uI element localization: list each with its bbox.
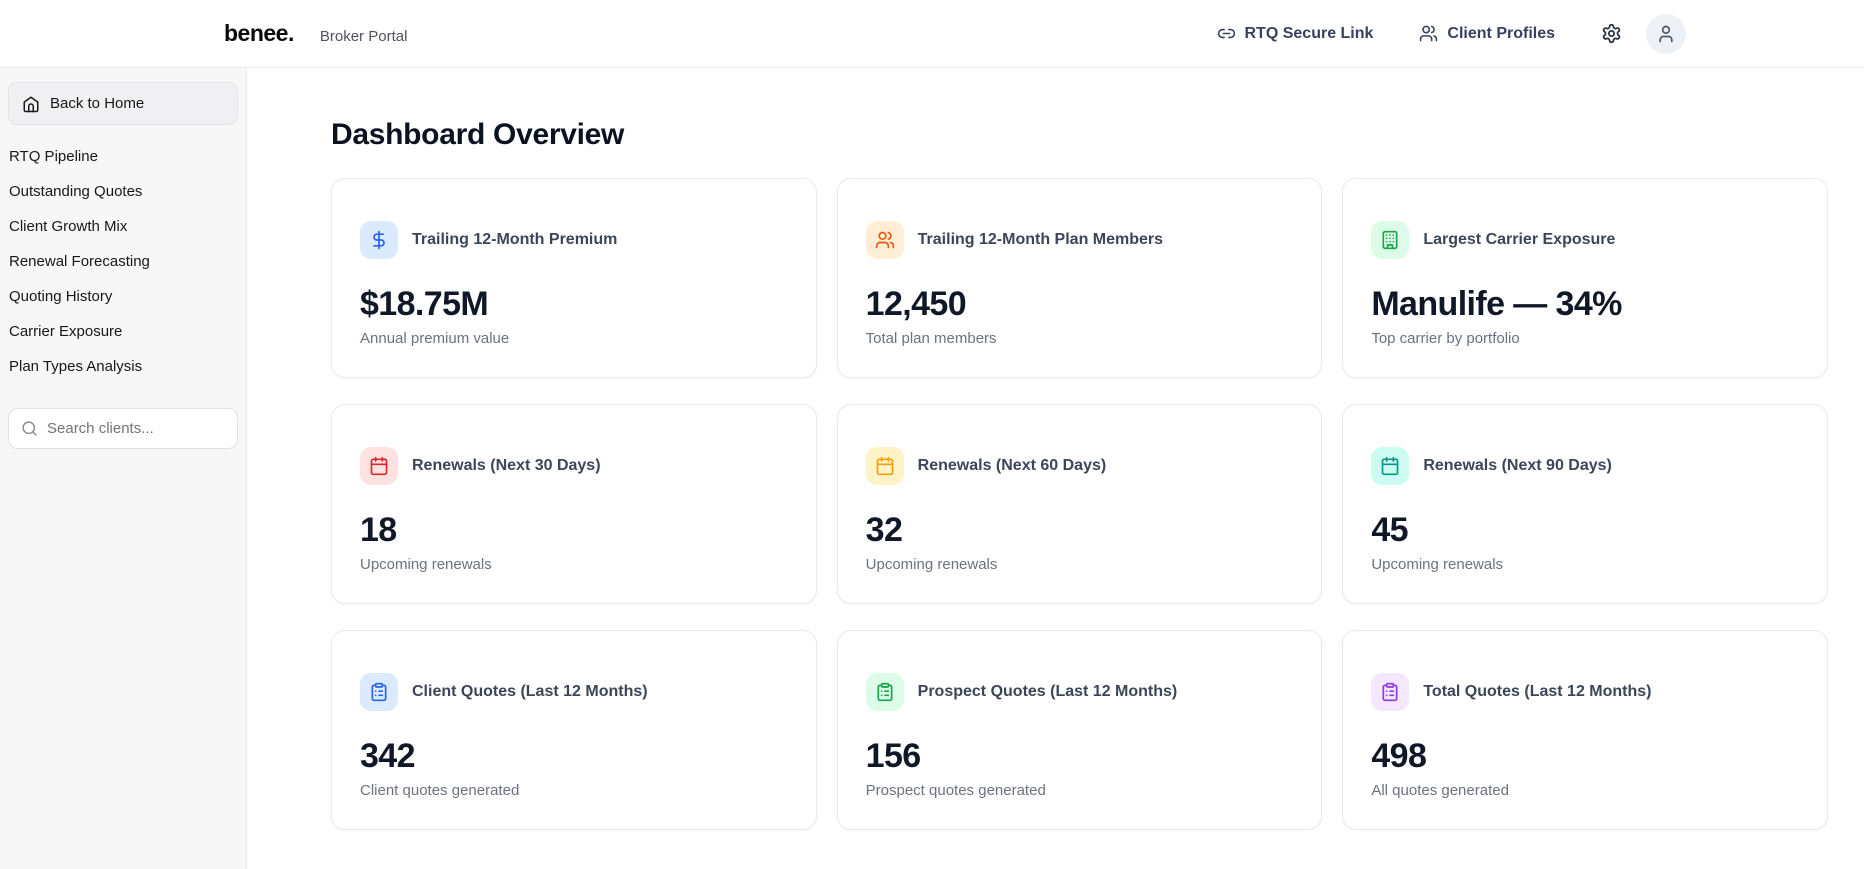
stat-subtitle: Top carrier by portfolio	[1371, 330, 1799, 347]
stats-grid: Trailing 12-Month Premium $18.75M Annual…	[331, 178, 1828, 830]
stat-value: 342	[360, 737, 788, 776]
stat-card-trailing-premium: Trailing 12-Month Premium $18.75M Annual…	[331, 178, 817, 378]
sidebar-item-rtq-pipeline[interactable]: RTQ Pipeline	[8, 139, 238, 174]
stat-value: 32	[866, 511, 1294, 550]
stat-value: 45	[1371, 511, 1799, 550]
calendar-icon	[866, 447, 904, 485]
stat-label: Total Quotes (Last 12 Months)	[1423, 683, 1651, 701]
calendar-icon	[360, 447, 398, 485]
gear-icon	[1601, 23, 1622, 44]
brand-logo: benee.	[224, 20, 294, 47]
stat-card-carrier-exposure: Largest Carrier Exposure Manulife — 34% …	[1342, 178, 1828, 378]
stat-card-renewals-60: Renewals (Next 60 Days) 32 Upcoming rene…	[837, 404, 1323, 604]
stat-label: Renewals (Next 90 Days)	[1423, 457, 1612, 475]
stat-label: Client Quotes (Last 12 Months)	[412, 683, 648, 701]
clipboard-list-icon	[360, 673, 398, 711]
stat-value: 18	[360, 511, 788, 550]
settings-button[interactable]	[1601, 23, 1622, 44]
stat-card-total-quotes: Total Quotes (Last 12 Months) 498 All qu…	[1342, 630, 1828, 830]
stat-card-client-quotes: Client Quotes (Last 12 Months) 342 Clien…	[331, 630, 817, 830]
stat-label: Trailing 12-Month Plan Members	[918, 231, 1163, 249]
sidebar-item-carrier-exposure[interactable]: Carrier Exposure	[8, 314, 238, 349]
stat-value: Manulife — 34%	[1371, 285, 1799, 324]
sidebar-nav: RTQ Pipeline Outstanding Quotes Client G…	[8, 139, 238, 384]
client-search	[8, 408, 238, 449]
user-avatar-button[interactable]	[1646, 14, 1686, 54]
stat-card-renewals-90: Renewals (Next 90 Days) 45 Upcoming rene…	[1342, 404, 1828, 604]
search-icon	[21, 420, 38, 437]
sidebar-item-client-growth-mix[interactable]: Client Growth Mix	[8, 209, 238, 244]
sidebar: Back to Home RTQ Pipeline Outstanding Qu…	[0, 68, 247, 869]
sidebar-item-quoting-history[interactable]: Quoting History	[8, 279, 238, 314]
rtq-secure-link-button[interactable]: RTQ Secure Link	[1217, 24, 1374, 43]
stat-card-plan-members: Trailing 12-Month Plan Members 12,450 To…	[837, 178, 1323, 378]
back-to-home-button[interactable]: Back to Home	[8, 82, 238, 125]
stat-subtitle: Prospect quotes generated	[866, 782, 1294, 799]
sidebar-item-plan-types-analysis[interactable]: Plan Types Analysis	[8, 349, 238, 384]
stat-card-prospect-quotes: Prospect Quotes (Last 12 Months) 156 Pro…	[837, 630, 1323, 830]
client-profiles-button[interactable]: Client Profiles	[1419, 24, 1555, 43]
stat-label: Renewals (Next 60 Days)	[918, 457, 1107, 475]
main-content: Dashboard Overview Trailing 12-Month Pre…	[247, 68, 1864, 869]
stat-subtitle: Upcoming renewals	[1371, 556, 1799, 573]
search-input[interactable]	[47, 420, 225, 437]
stat-subtitle: Upcoming renewals	[360, 556, 788, 573]
clipboard-list-icon	[866, 673, 904, 711]
stat-value: 12,450	[866, 285, 1294, 324]
calendar-icon	[1371, 447, 1409, 485]
link-icon	[1217, 24, 1236, 43]
users-icon	[1419, 24, 1438, 43]
home-icon	[22, 95, 40, 113]
back-to-home-label: Back to Home	[50, 95, 144, 112]
stat-value: 156	[866, 737, 1294, 776]
stat-label: Largest Carrier Exposure	[1423, 231, 1615, 249]
client-profiles-label: Client Profiles	[1447, 25, 1555, 43]
stat-label: Renewals (Next 30 Days)	[412, 457, 601, 475]
stat-value: 498	[1371, 737, 1799, 776]
stat-subtitle: Total plan members	[866, 330, 1294, 347]
stat-value: $18.75M	[360, 285, 788, 324]
stat-subtitle: All quotes generated	[1371, 782, 1799, 799]
stat-label: Prospect Quotes (Last 12 Months)	[918, 683, 1178, 701]
users-icon	[866, 221, 904, 259]
rtq-secure-link-label: RTQ Secure Link	[1245, 25, 1374, 43]
sidebar-item-renewal-forecasting[interactable]: Renewal Forecasting	[8, 244, 238, 279]
top-header: benee. Broker Portal RTQ Secure Link Cli…	[0, 0, 1864, 68]
stat-subtitle: Upcoming renewals	[866, 556, 1294, 573]
stat-subtitle: Annual premium value	[360, 330, 788, 347]
user-icon	[1656, 24, 1676, 44]
dollar-sign-icon	[360, 221, 398, 259]
stat-card-renewals-30: Renewals (Next 30 Days) 18 Upcoming rene…	[331, 404, 817, 604]
stat-subtitle: Client quotes generated	[360, 782, 788, 799]
clipboard-list-icon	[1371, 673, 1409, 711]
sidebar-item-outstanding-quotes[interactable]: Outstanding Quotes	[8, 174, 238, 209]
page-title: Dashboard Overview	[331, 118, 1828, 152]
building-icon	[1371, 221, 1409, 259]
portal-subtitle: Broker Portal	[320, 28, 408, 45]
stat-label: Trailing 12-Month Premium	[412, 231, 617, 249]
